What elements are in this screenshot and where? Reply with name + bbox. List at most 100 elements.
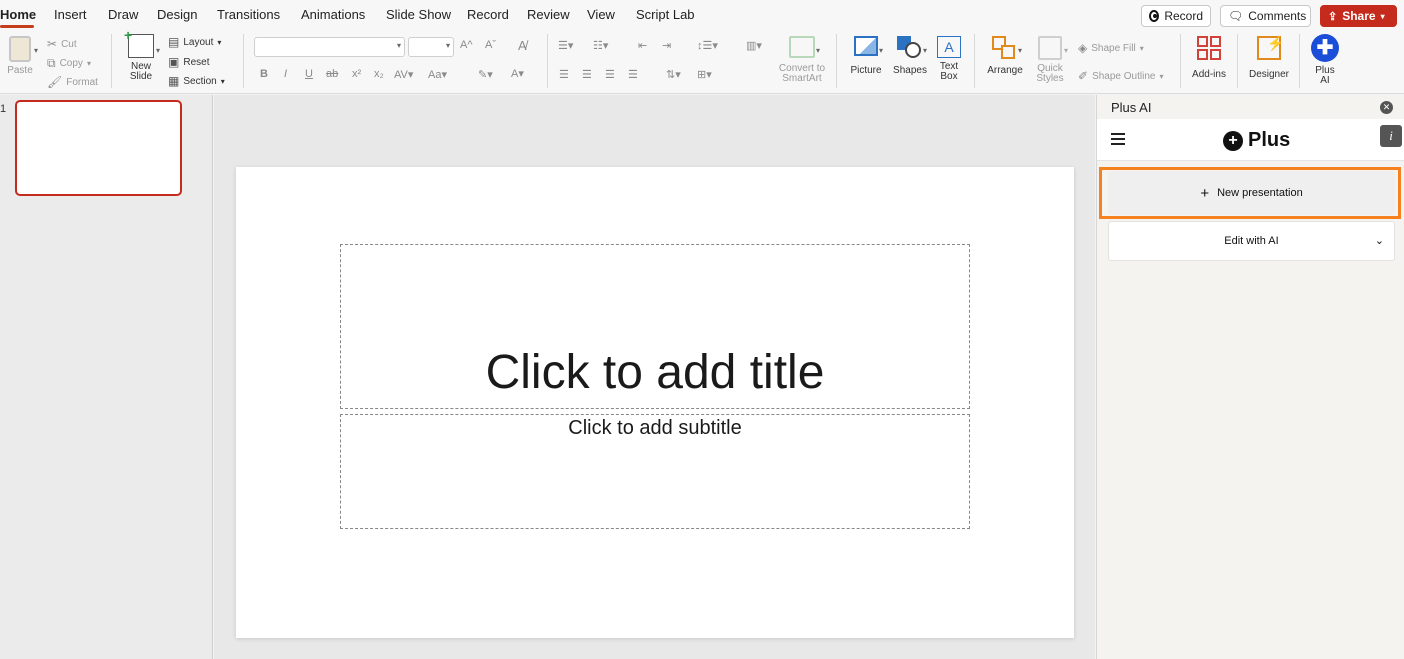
copy-button[interactable]: ⧉ Copy ▾ <box>47 56 91 71</box>
change-case-icon[interactable]: Aa▾ <box>428 68 447 81</box>
convert-to-smartart-button[interactable]: Convert to SmartArt <box>776 36 828 84</box>
menu-tabs: Home Insert Draw Design Transitions Anim… <box>0 0 1404 30</box>
ribbon-divider <box>243 34 244 88</box>
bold-icon[interactable]: B <box>260 68 268 80</box>
chevron-down-icon: ▾ <box>923 46 928 55</box>
ribbon-divider <box>836 34 837 88</box>
comments-button[interactable]: 🗨 Comments <box>1220 5 1311 27</box>
designer-button[interactable]: ⚡ Designer <box>1246 36 1292 80</box>
tab-review[interactable]: Review <box>527 7 570 22</box>
slide-thumbnail[interactable] <box>15 100 182 196</box>
font-color-icon[interactable]: A▾ <box>511 67 524 80</box>
new-presentation-button[interactable]: + New presentation <box>1108 171 1395 215</box>
edit-with-ai-label: Edit with AI <box>1224 235 1279 247</box>
plus-logo: + Plus <box>1223 129 1290 152</box>
hamburger-menu-icon[interactable] <box>1111 133 1125 148</box>
underline-icon[interactable]: U <box>305 68 313 80</box>
close-icon[interactable]: ✕ <box>1380 101 1393 114</box>
increase-font-size-icon[interactable]: A^ <box>460 39 473 51</box>
chevron-down-icon: ▾ <box>156 46 161 55</box>
tab-animations[interactable]: Animations <box>301 7 365 22</box>
plus-logo-icon: + <box>1223 130 1243 151</box>
layout-button[interactable]: ▤ Layout ▾ <box>168 35 221 49</box>
tab-script-lab[interactable]: Script Lab <box>636 7 695 22</box>
italic-icon[interactable]: I <box>284 68 287 80</box>
slide-thumbnails-pane: 1 <box>0 95 213 659</box>
align-right-icon[interactable]: ☰ <box>605 68 615 81</box>
align-center-icon[interactable]: ☰ <box>582 68 592 81</box>
section-button[interactable]: ▦ Section ▾ <box>168 74 225 88</box>
shapes-button[interactable]: Shapes <box>891 36 929 76</box>
pane-header: + Plus i <box>1097 119 1404 161</box>
new-slide-icon: + <box>124 28 154 58</box>
align-left-icon[interactable]: ☰ <box>559 68 569 81</box>
tab-home[interactable]: Home <box>0 7 36 22</box>
ribbon-divider <box>1299 34 1300 88</box>
title-placeholder[interactable]: Click to add title <box>340 244 970 409</box>
align-text-icon[interactable]: ⊞▾ <box>697 68 712 81</box>
increase-indent-icon[interactable]: ⇥ <box>662 39 671 52</box>
reset-icon: ▣ <box>168 55 180 69</box>
tab-design[interactable]: Design <box>157 7 197 22</box>
line-spacing-icon[interactable]: ↕☰▾ <box>697 39 718 52</box>
decrease-indent-icon[interactable]: ⇤ <box>638 39 647 52</box>
decrease-font-size-icon[interactable]: Aˇ <box>485 39 496 51</box>
record-button[interactable]: Record <box>1141 5 1211 27</box>
tab-slide-show[interactable]: Slide Show <box>386 7 451 22</box>
superscript-icon[interactable]: x² <box>352 68 361 80</box>
add-ins-button[interactable]: Add-ins <box>1188 36 1230 80</box>
format-painter-button[interactable]: 🖌 Format <box>47 75 98 89</box>
cut-button[interactable]: ✂ Cut <box>47 37 77 51</box>
subtitle-placeholder-text: Click to add subtitle <box>568 417 742 439</box>
tab-view[interactable]: View <box>587 7 615 22</box>
numbering-icon[interactable]: ☷▾ <box>593 39 608 52</box>
info-icon[interactable]: i <box>1380 125 1402 147</box>
text-box-button[interactable]: A Text Box <box>934 36 964 82</box>
reset-button[interactable]: ▣ Reset <box>168 55 209 69</box>
bullets-icon[interactable]: ☰▾ <box>558 39 573 52</box>
subscript-icon[interactable]: x₂ <box>374 68 384 80</box>
picture-button[interactable]: Picture <box>846 36 886 76</box>
text-direction-icon[interactable]: ⇅▾ <box>666 68 681 81</box>
plus-icon: + <box>1200 184 1210 202</box>
paint-bucket-icon: ◈ <box>1078 41 1088 55</box>
copy-icon: ⧉ <box>47 56 56 70</box>
tab-transitions[interactable]: Transitions <box>217 7 280 22</box>
font-size-select[interactable]: ▾ <box>408 37 454 57</box>
active-tab-indicator <box>0 25 34 28</box>
tab-draw[interactable]: Draw <box>108 7 138 22</box>
subtitle-placeholder[interactable]: Click to add subtitle <box>340 414 970 529</box>
new-slide-button[interactable]: + New Slide <box>122 28 160 82</box>
record-icon <box>1149 10 1160 22</box>
share-button[interactable]: ⇪ Share ▾ <box>1320 5 1397 27</box>
section-icon: ▦ <box>168 74 180 88</box>
chevron-down-icon: ▾ <box>1018 46 1023 55</box>
justify-icon[interactable]: ☰ <box>628 68 638 81</box>
new-presentation-label: New presentation <box>1217 187 1303 199</box>
smartart-icon <box>789 36 815 58</box>
columns-icon[interactable]: ▥▾ <box>746 39 762 52</box>
edit-with-ai-dropdown[interactable]: Edit with AI ⌄ <box>1108 221 1395 261</box>
character-spacing-icon[interactable]: AV▾ <box>394 68 413 81</box>
slide-number: 1 <box>0 103 7 115</box>
shape-fill-button[interactable]: ◈ Shape Fill ▾ <box>1078 41 1144 55</box>
picture-icon <box>854 36 878 56</box>
slide-editor: Click to add title Click to add subtitle <box>214 95 1095 659</box>
arrange-button[interactable]: Arrange <box>985 36 1025 76</box>
shape-outline-button[interactable]: ✐ Shape Outline ▾ <box>1078 69 1163 83</box>
strikethrough-icon[interactable]: ab <box>326 68 338 80</box>
slide-canvas[interactable]: Click to add title Click to add subtitle <box>236 167 1074 638</box>
plus-ai-ribbon-button[interactable]: ✚ Plus AI <box>1308 34 1342 86</box>
highlighter-icon[interactable]: ✎▾ <box>478 68 493 81</box>
font-family-select[interactable]: ▾ <box>254 37 405 57</box>
share-label: Share <box>1342 9 1376 23</box>
paste-button[interactable]: Paste <box>4 36 36 76</box>
quick-styles-button[interactable]: Quick Styles <box>1030 36 1070 84</box>
tab-record[interactable]: Record <box>467 7 509 22</box>
ribbon-divider <box>974 34 975 88</box>
clear-formatting-icon[interactable]: A̸ <box>518 38 527 53</box>
chevron-down-icon: ▾ <box>1064 46 1069 55</box>
ribbon-divider <box>111 34 112 88</box>
tab-insert[interactable]: Insert <box>54 7 87 22</box>
shapes-icon <box>897 36 923 58</box>
